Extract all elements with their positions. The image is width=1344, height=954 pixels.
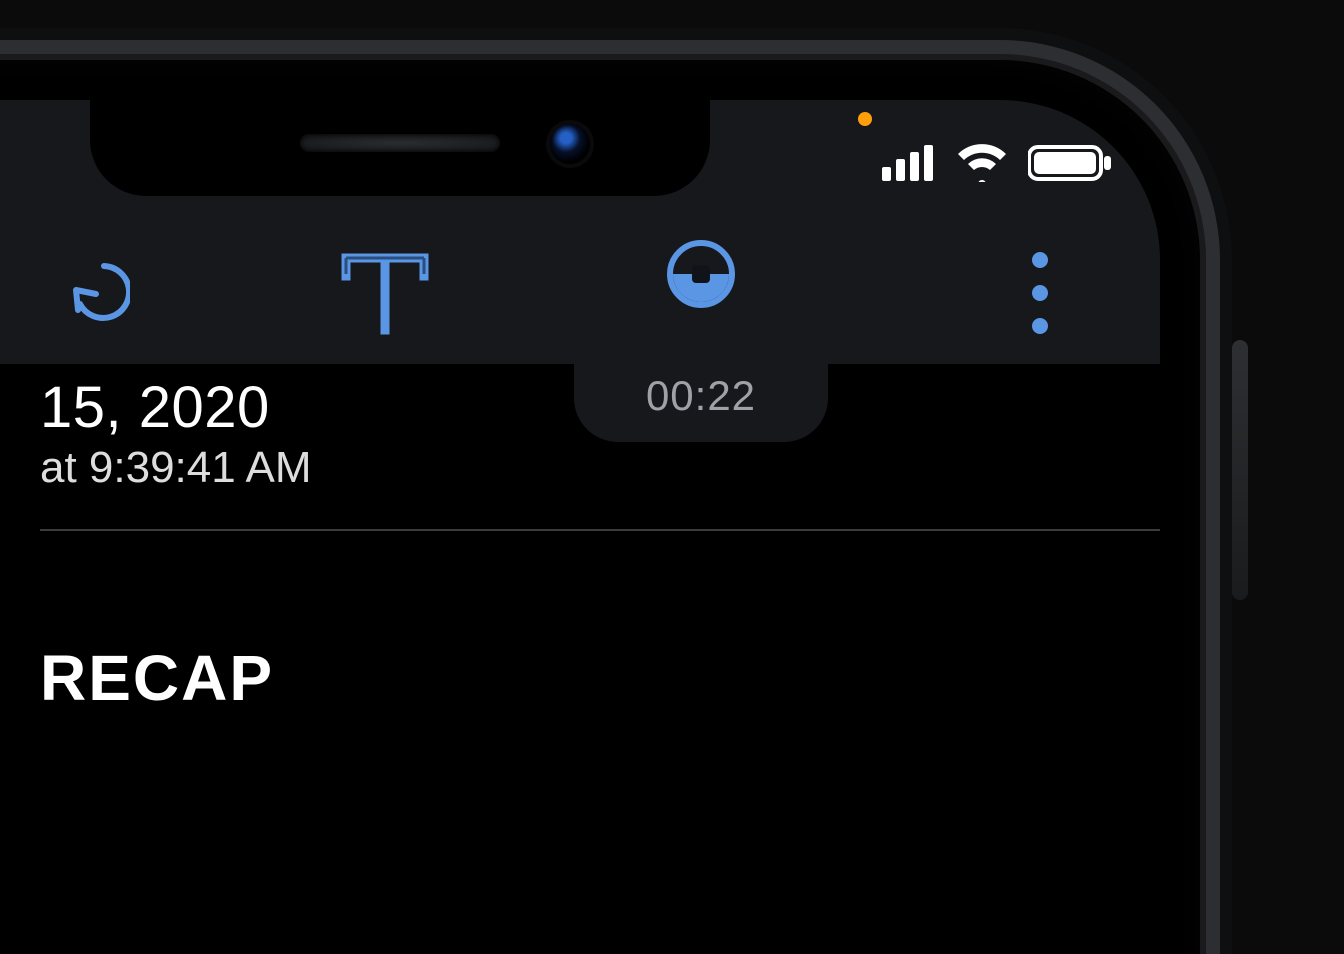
text-style-button[interactable] <box>340 240 430 340</box>
note-heading: RECAP <box>40 641 1160 715</box>
battery-icon <box>1028 144 1112 182</box>
earpiece-speaker <box>300 134 500 152</box>
phone-frame: 00:22 15, 2020 at 9:39:41 AM RECAP <box>0 60 1200 954</box>
notch <box>90 100 710 196</box>
cellular-signal-icon <box>882 145 936 181</box>
undo-button[interactable] <box>60 248 130 338</box>
note-document[interactable]: 15, 2020 at 9:39:41 AM RECAP <box>0 364 1160 954</box>
wifi-icon <box>956 144 1008 182</box>
power-button[interactable] <box>1232 340 1248 600</box>
stage: 00:22 15, 2020 at 9:39:41 AM RECAP <box>0 0 1344 954</box>
stop-recording-button[interactable] <box>667 240 735 308</box>
recording-elapsed-time: 00:22 <box>574 372 828 420</box>
recording-pill: 00:22 <box>574 216 828 442</box>
divider <box>40 529 1160 531</box>
phone-screen: 00:22 15, 2020 at 9:39:41 AM RECAP <box>0 100 1160 954</box>
front-camera <box>550 124 590 164</box>
microphone-in-use-dot-icon <box>858 112 872 126</box>
note-time: at 9:39:41 AM <box>40 443 1160 493</box>
more-options-button[interactable] <box>1030 248 1080 338</box>
